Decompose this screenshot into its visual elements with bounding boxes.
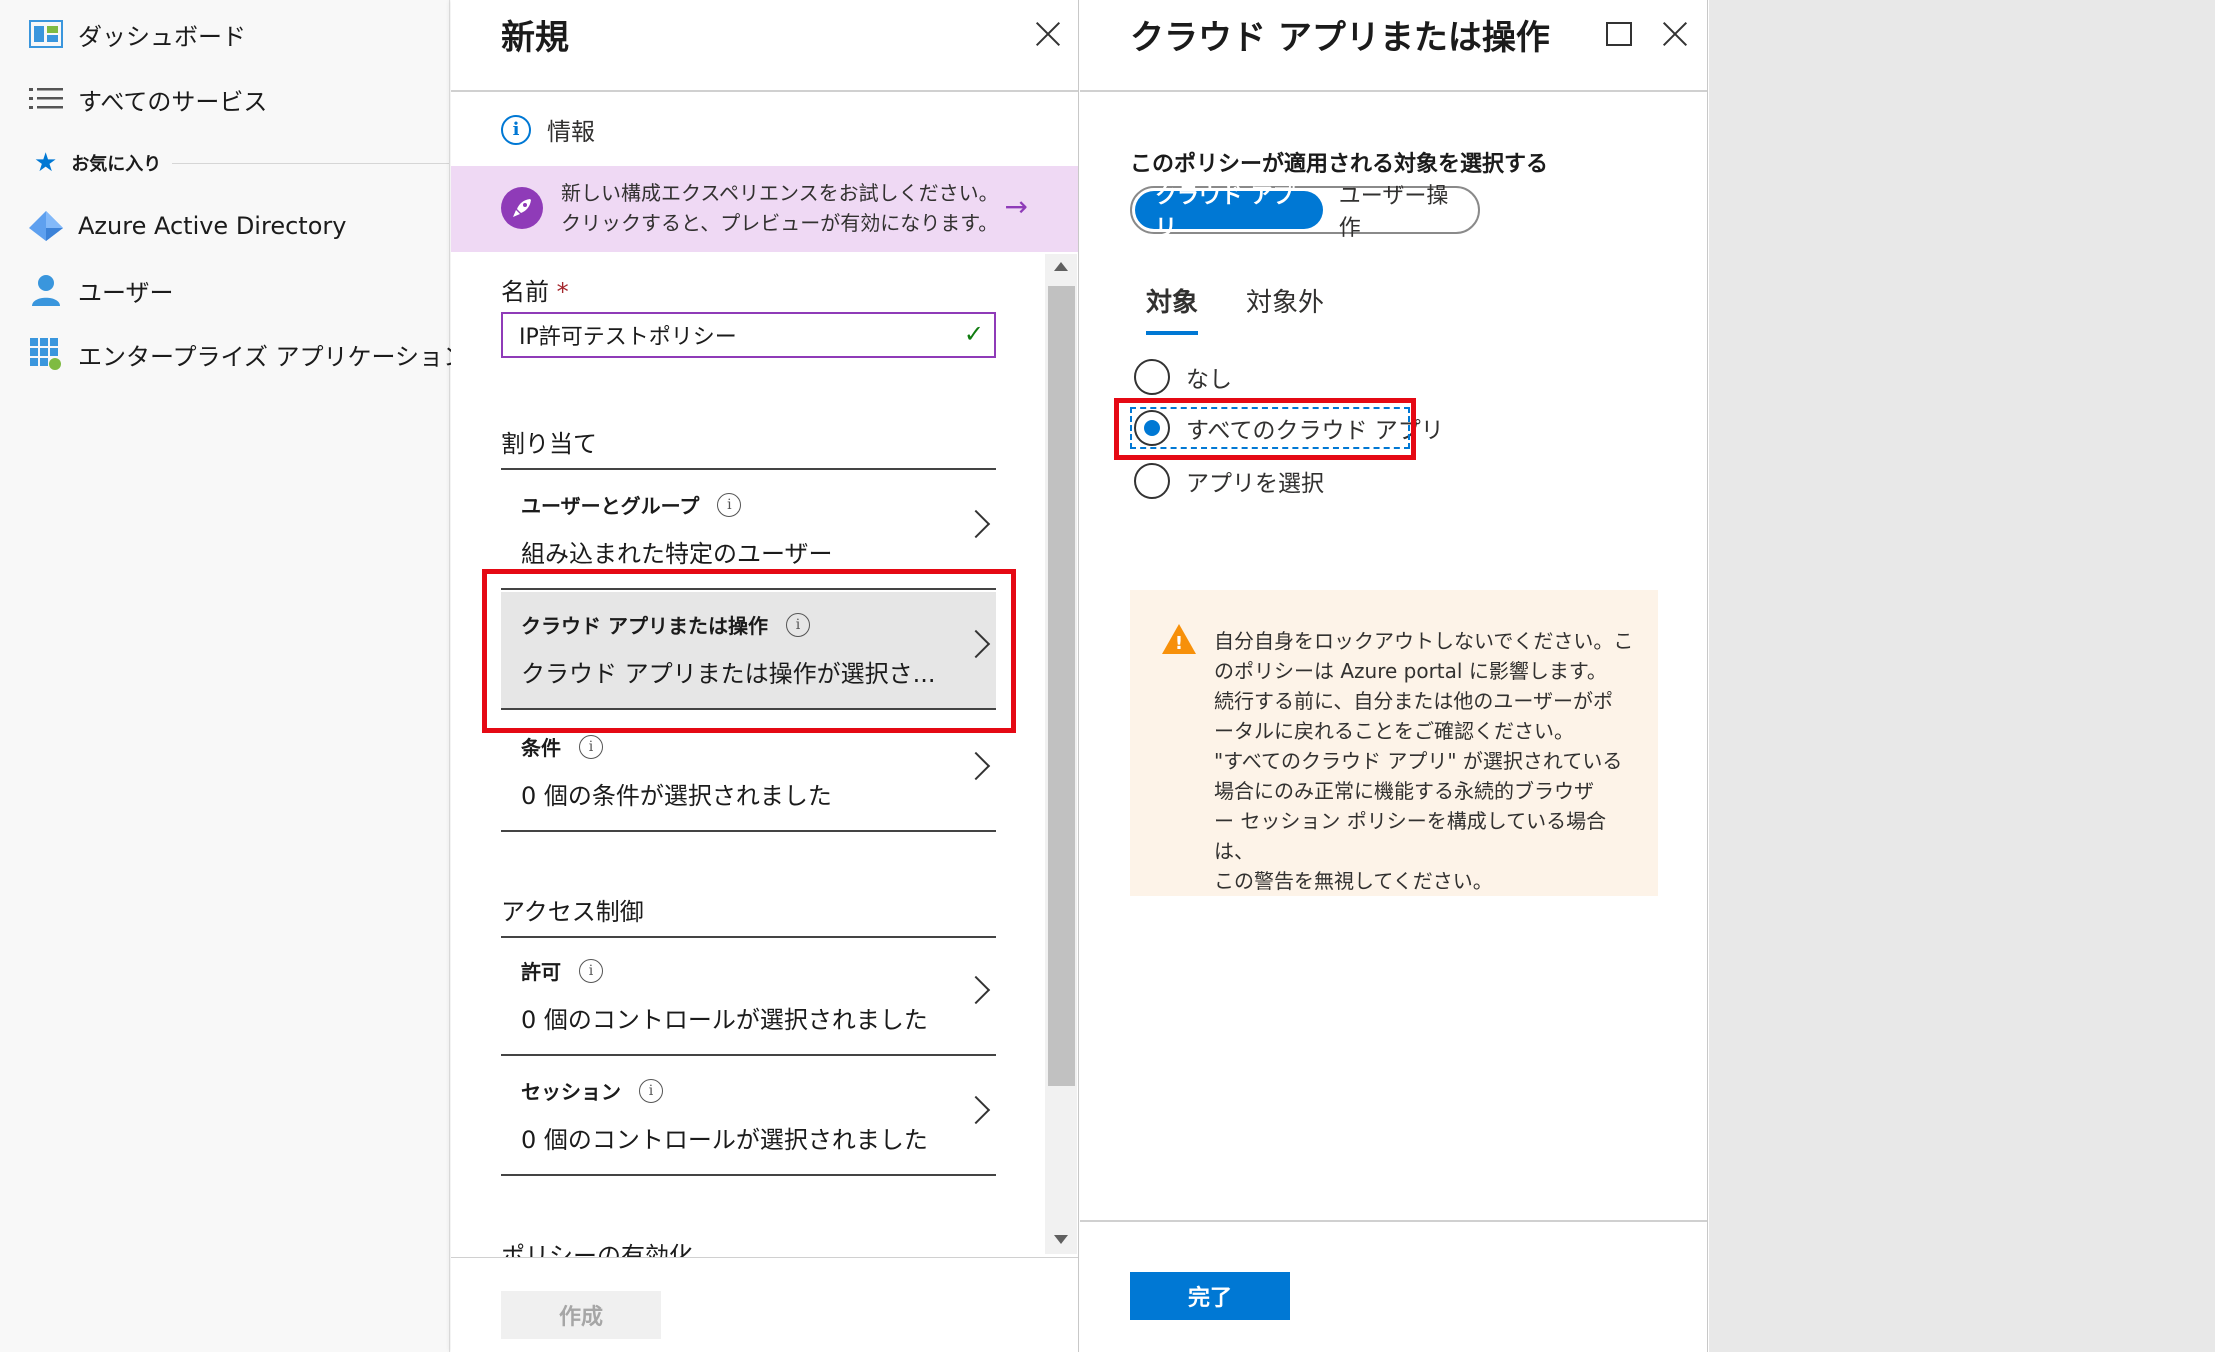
star-icon: ★ [34,148,58,178]
nav-item-all-services[interactable]: すべてのサービス [28,81,267,117]
target-type-toggle[interactable]: クラウド アプリ ユーザー操作 [1130,184,1480,241]
preview-banner[interactable]: 新しい構成エクスペリエンスをお試しください。 クリックすると、プレビューが有効に… [451,166,1078,252]
chevron-right-icon [961,975,991,1005]
favorites-divider [172,163,449,164]
rocket-icon [501,187,543,229]
radio-select-label: アプリを選択 [1186,471,1324,497]
access-controls-section: アクセス制御 [501,892,996,927]
row-divider [501,1054,996,1056]
conditions-row[interactable]: 条件 i 0 個の条件が選択されました [501,714,996,832]
nav-label-all-services: すべてのサービス [78,87,268,116]
policy-name-value: IP許可テストポリシー [519,325,737,350]
blade-title: 新規 [501,18,569,58]
users-groups-value: 組み込まれた特定のユーザー [521,540,833,568]
close-icon[interactable] [1658,17,1692,51]
chevron-right-icon [961,751,991,781]
maximize-icon[interactable] [1606,22,1632,46]
chevron-right-icon [961,1095,991,1125]
nav-label-dashboard: ダッシュボード [78,22,246,51]
info-icon: i [717,492,742,517]
session-title: セッション [521,1080,621,1104]
blade-title: クラウド アプリまたは操作 [1130,18,1550,58]
promo-line-1: 新しい構成エクスペリエンスをお試しください。 [561,181,999,205]
azure-ad-icon [28,208,64,244]
nav-label-users: ユーザー [78,278,174,307]
new-policy-blade: 新規 i 情報 新しい構成エクスペリエンスをお試しください。 クリックすると、プ… [451,0,1079,1352]
list-icon [28,81,64,117]
policy-name-input[interactable]: IP許可テストポリシー ✓ [501,312,996,358]
promo-line-2: クリックすると、プレビューが有効になります。 [561,211,999,235]
left-nav: ダッシュボード すべてのサービス ★ お気に入り Azure Active Di… [0,0,467,1352]
info-link[interactable]: i 情報 [501,112,595,147]
enterprise-apps-icon [28,336,64,372]
info-icon: i [639,1078,663,1103]
info-icon: i [501,114,531,145]
close-icon[interactable] [1031,17,1065,51]
blade-footer: 作成 [451,1257,1078,1352]
highlight-box [482,569,1016,733]
radio-button[interactable] [1134,359,1170,395]
highlight-box [1114,398,1416,460]
nav-label-enterprise-apps: エンタープライズ アプリケーション [78,342,467,371]
grant-value: 0 個のコントロールが選択されました [521,1006,928,1034]
scroll-up-icon[interactable] [1054,262,1068,271]
title-divider [451,90,1078,92]
checkmark-icon: ✓ [963,320,984,348]
warning-text: 自分自身をロックアウトしないでください。こ のポリシーは Azure porta… [1214,629,1634,893]
enable-policy-title: ポリシーの有効化 [501,1242,693,1258]
dashboard-icon [28,16,64,52]
radio-none-label: なし [1186,367,1232,393]
footer-divider [1080,1220,1707,1222]
row-divider [501,1174,996,1176]
chevron-right-icon [961,509,991,539]
portal-background [1709,0,2215,1352]
scroll-down-icon[interactable] [1054,1235,1068,1244]
nav-label-azure-ad: Azure Active Directory [78,212,347,240]
assignments-title: 割り当て [501,430,597,458]
nav-item-azure-ad[interactable]: Azure Active Directory [28,208,346,244]
radio-select-apps[interactable]: アプリを選択 [1134,463,1324,499]
user-icon [28,272,64,308]
info-icon: i [579,734,603,759]
cloud-apps-blade: クラウド アプリまたは操作 このポリシーが適用される対象を選択する クラウド ア… [1080,0,1708,1352]
conditions-value: 0 個の条件が選択されました [521,782,832,810]
grant-title: 許可 [521,960,561,984]
title-divider [1080,90,1707,92]
access-controls-title: アクセス制御 [501,898,644,926]
assignments-divider [501,468,996,470]
info-label: 情報 [547,118,595,146]
favorites-header: ★ お気に入り [34,148,161,178]
users-groups-title: ユーザーとグループ [521,494,700,518]
scrollbar-thumb[interactable] [1048,286,1075,1086]
name-label: 名前 * [501,272,569,307]
row-divider [501,830,996,832]
nav-item-dashboard[interactable]: ダッシュボード [28,16,246,52]
create-button[interactable]: 作成 [501,1291,661,1339]
arrow-right-icon: → [1004,190,1028,223]
lockout-warning: ! 自分自身をロックアウトしないでください。こ のポリシーは Azure por… [1130,590,1658,896]
required-mark: * [556,278,569,306]
session-value: 0 個のコントロールが選択されました [521,1126,928,1154]
grant-row[interactable]: 許可 i 0 個のコントロールが選択されました [501,938,996,1056]
warning-exclamation: ! [1174,633,1184,654]
assignments-section: 割り当て [501,424,996,459]
tab-exclude[interactable]: 対象外 [1246,282,1324,335]
radio-button[interactable] [1134,463,1170,499]
tab-include[interactable]: 対象 [1146,282,1199,335]
conditions-title: 条件 [521,736,561,760]
preview-banner-text: 新しい構成エクスペリエンスをお試しください。 クリックすると、プレビューが有効に… [561,178,999,238]
nav-item-enterprise-apps[interactable]: エンタープライズ アプリケーション [28,336,467,372]
done-button[interactable]: 完了 [1130,1272,1290,1320]
include-exclude-tabs: 対象 対象外 [1146,282,1372,335]
toggle-user-actions[interactable]: ユーザー操作 [1323,178,1475,242]
toggle-cloud-apps[interactable]: クラウド アプリ [1135,184,1323,241]
radio-none[interactable]: なし [1134,359,1232,395]
target-prompt: このポリシーが適用される対象を選択する [1130,152,1549,177]
name-label-text: 名前 [501,278,549,306]
info-icon: i [579,958,603,983]
favorites-label: お気に入り [71,154,162,175]
nav-item-users[interactable]: ユーザー [28,272,174,308]
session-row[interactable]: セッション i 0 個のコントロールが選択されました [501,1058,996,1176]
